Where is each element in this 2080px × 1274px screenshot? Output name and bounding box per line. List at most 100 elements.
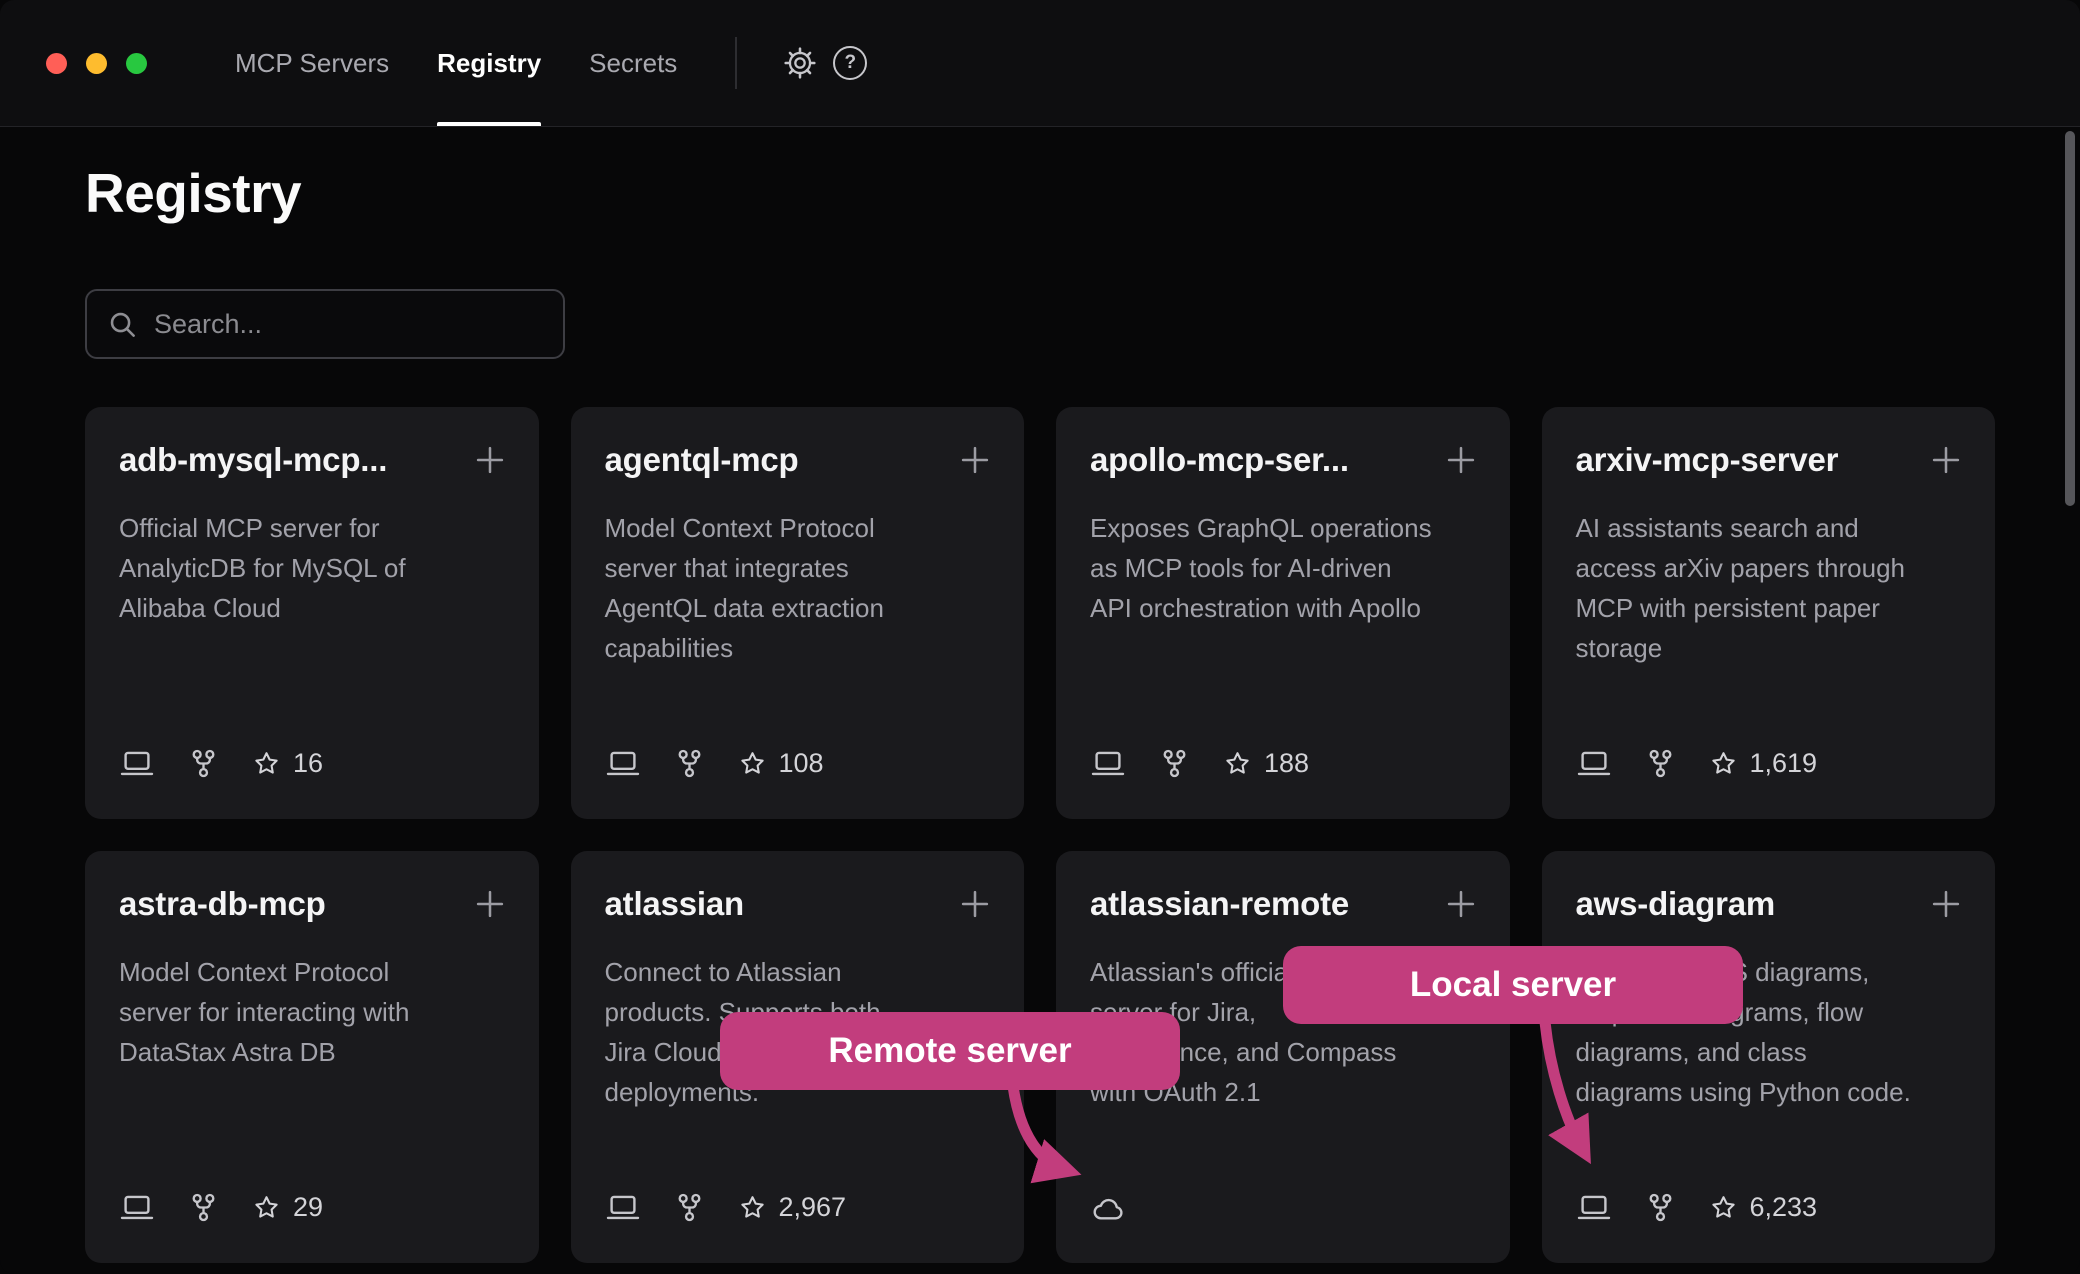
server-name: atlassian — [605, 885, 744, 923]
remote-server-callout: Remote server — [720, 1012, 1180, 1090]
gear-icon — [783, 46, 817, 80]
server-name: apollo-mcp-ser... — [1090, 441, 1349, 479]
star-count-value: 108 — [779, 748, 824, 779]
server-meta: 29 — [119, 1192, 323, 1223]
fork-icon — [675, 1193, 704, 1222]
star-count-value: 2,967 — [779, 1192, 847, 1223]
fork-icon — [1160, 749, 1189, 778]
server-meta: 1,619 — [1576, 748, 1818, 779]
laptop-icon — [1576, 749, 1612, 779]
minimize-window-button[interactable] — [86, 53, 107, 74]
window-controls — [46, 53, 147, 74]
server-meta: 6,233 — [1576, 1192, 1818, 1223]
laptop-icon — [1576, 1193, 1612, 1223]
titlebar-divider — [735, 37, 737, 89]
plus-icon — [956, 885, 994, 923]
server-name: astra-db-mcp — [119, 885, 326, 923]
help-button[interactable]: ? — [825, 38, 875, 88]
server-name: adb-mysql-mcp... — [119, 441, 387, 479]
server-description: AI assistants search and access arXiv pa… — [1576, 508, 1962, 668]
add-server-button[interactable] — [1442, 885, 1480, 926]
local-server-callout: Local server — [1283, 946, 1743, 1024]
server-name: aws-diagram — [1576, 885, 1776, 923]
star-count-value: 16 — [293, 748, 323, 779]
server-card-adb-mysql-mcp: adb-mysql-mcp... Official MCP server for… — [85, 407, 539, 819]
titlebar: MCP Servers Registry Secrets ? — [0, 0, 2080, 127]
server-description: Official MCP server for AnalyticDB for M… — [119, 508, 505, 628]
star-count: 16 — [252, 748, 323, 779]
plus-icon — [471, 885, 509, 923]
plus-icon — [1442, 885, 1480, 923]
server-name: arxiv-mcp-server — [1576, 441, 1839, 479]
star-icon — [738, 1193, 767, 1222]
registry-page: Registry adb-mysql-mcp... Official MCP s… — [0, 161, 2080, 1263]
fork-icon — [675, 749, 704, 778]
star-count-value: 188 — [1264, 748, 1309, 779]
add-server-button[interactable] — [956, 885, 994, 926]
page-title: Registry — [85, 161, 1995, 225]
search-box[interactable] — [85, 289, 565, 359]
plus-icon — [471, 441, 509, 479]
star-icon — [252, 749, 281, 778]
tab-registry[interactable]: Registry — [437, 0, 541, 126]
search-input[interactable] — [154, 309, 543, 340]
star-count-value: 6,233 — [1750, 1192, 1818, 1223]
server-meta — [1090, 1196, 1128, 1223]
server-meta: 108 — [605, 748, 824, 779]
server-meta: 2,967 — [605, 1192, 847, 1223]
cloud-icon — [1090, 1196, 1128, 1223]
server-card-apollo-mcp-server: apollo-mcp-ser... Exposes GraphQL operat… — [1056, 407, 1510, 819]
plus-icon — [1927, 441, 1965, 479]
star-icon — [1223, 749, 1252, 778]
star-icon — [1709, 1193, 1738, 1222]
add-server-button[interactable] — [471, 885, 509, 926]
help-circle-icon: ? — [833, 46, 867, 80]
add-server-button[interactable] — [1442, 441, 1480, 482]
star-icon — [252, 1193, 281, 1222]
local-server-callout-label: Local server — [1410, 965, 1616, 1005]
tab-secrets[interactable]: Secrets — [589, 0, 677, 126]
server-meta: 188 — [1090, 748, 1309, 779]
server-card-aws-diagram: aws-diagram Generate AWS diagrams, seque… — [1542, 851, 1996, 1263]
server-name: atlassian-remote — [1090, 885, 1349, 923]
star-count: 6,233 — [1709, 1192, 1818, 1223]
zoom-window-button[interactable] — [126, 53, 147, 74]
laptop-icon — [119, 1193, 155, 1223]
remote-server-callout-label: Remote server — [828, 1031, 1071, 1071]
add-server-button[interactable] — [471, 441, 509, 482]
server-meta: 16 — [119, 748, 323, 779]
plus-icon — [1927, 885, 1965, 923]
star-icon — [738, 749, 767, 778]
star-icon — [1709, 749, 1738, 778]
laptop-icon — [605, 749, 641, 779]
star-count-value: 1,619 — [1750, 748, 1818, 779]
scrollbar-thumb[interactable] — [2065, 131, 2075, 506]
star-count: 29 — [252, 1192, 323, 1223]
star-count: 188 — [1223, 748, 1309, 779]
laptop-icon — [605, 1193, 641, 1223]
star-count: 1,619 — [1709, 748, 1818, 779]
add-server-button[interactable] — [956, 441, 994, 482]
add-server-button[interactable] — [1927, 441, 1965, 482]
settings-button[interactable] — [775, 38, 825, 88]
plus-icon — [1442, 441, 1480, 479]
main-nav: MCP Servers Registry Secrets — [235, 0, 677, 126]
app-window: MCP Servers Registry Secrets ? Registry … — [0, 0, 2080, 1274]
tab-mcp-servers[interactable]: MCP Servers — [235, 0, 389, 126]
fork-icon — [189, 1193, 218, 1222]
server-card-agentql-mcp: agentql-mcp Model Context Protocol serve… — [571, 407, 1025, 819]
server-name: agentql-mcp — [605, 441, 799, 479]
server-description: Exposes GraphQL operations as MCP tools … — [1090, 508, 1476, 628]
server-description: Model Context Protocol server for intera… — [119, 952, 505, 1072]
add-server-button[interactable] — [1927, 885, 1965, 926]
server-description: Model Context Protocol server that integ… — [605, 508, 991, 668]
server-card-arxiv-mcp-server: arxiv-mcp-server AI assistants search an… — [1542, 407, 1996, 819]
fork-icon — [189, 749, 218, 778]
fork-icon — [1646, 1193, 1675, 1222]
search-icon — [107, 309, 138, 340]
server-grid: adb-mysql-mcp... Official MCP server for… — [85, 407, 1995, 1263]
server-card-astra-db-mcp: astra-db-mcp Model Context Protocol serv… — [85, 851, 539, 1263]
close-window-button[interactable] — [46, 53, 67, 74]
help-glyph: ? — [845, 52, 857, 74]
plus-icon — [956, 441, 994, 479]
